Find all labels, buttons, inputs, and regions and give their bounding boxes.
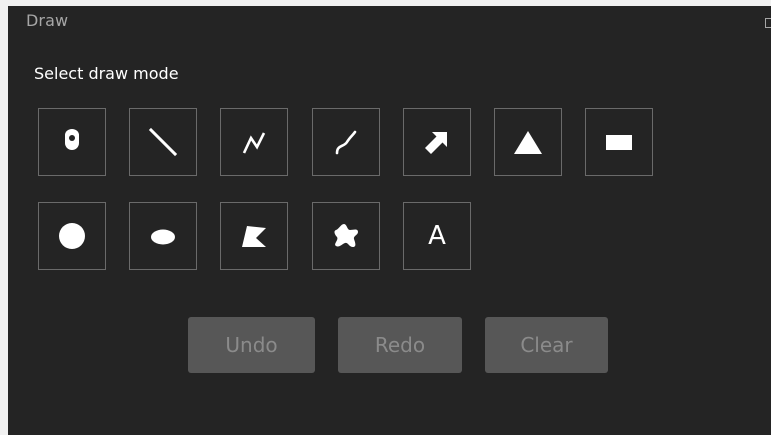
point-pin-icon — [65, 129, 79, 150]
tool-rectangle[interactable] — [585, 108, 653, 176]
tool-point[interactable] — [38, 108, 106, 176]
tool-polyline[interactable] — [220, 108, 288, 176]
redo-button[interactable]: Redo — [338, 317, 462, 373]
ellipse-icon — [151, 229, 175, 245]
draw-mode-label: Select draw mode — [34, 64, 179, 83]
draw-panel: Draw Select draw mode A Undo Redo Clear — [8, 6, 771, 435]
freehand-line-icon — [335, 130, 357, 155]
tool-circle[interactable] — [38, 202, 106, 270]
clear-button[interactable]: Clear — [485, 317, 608, 373]
maximize-icon[interactable] — [765, 18, 771, 28]
tool-triangle[interactable] — [494, 108, 562, 176]
tool-arrow[interactable] — [403, 108, 471, 176]
tool-text[interactable]: A — [403, 202, 471, 270]
tool-polygon[interactable] — [220, 202, 288, 270]
action-bar: Undo Redo Clear — [188, 317, 618, 373]
titlebar: Draw — [8, 6, 771, 36]
tool-freehand-polygon[interactable] — [312, 202, 380, 270]
rectangle-icon — [606, 135, 632, 150]
tool-line[interactable] — [129, 108, 197, 176]
arrow-icon — [425, 132, 447, 154]
triangle-icon — [514, 131, 542, 154]
panel-title: Draw — [26, 11, 69, 30]
polyline-icon — [242, 132, 266, 154]
undo-button[interactable]: Undo — [188, 317, 315, 373]
circle-icon — [59, 223, 85, 249]
freehand-polygon-icon — [334, 224, 358, 247]
tool-ellipse[interactable] — [129, 202, 197, 270]
polygon-icon — [242, 226, 266, 247]
line-icon — [148, 127, 178, 157]
tool-freehand-line[interactable] — [312, 108, 380, 176]
text-icon: A — [428, 221, 446, 251]
